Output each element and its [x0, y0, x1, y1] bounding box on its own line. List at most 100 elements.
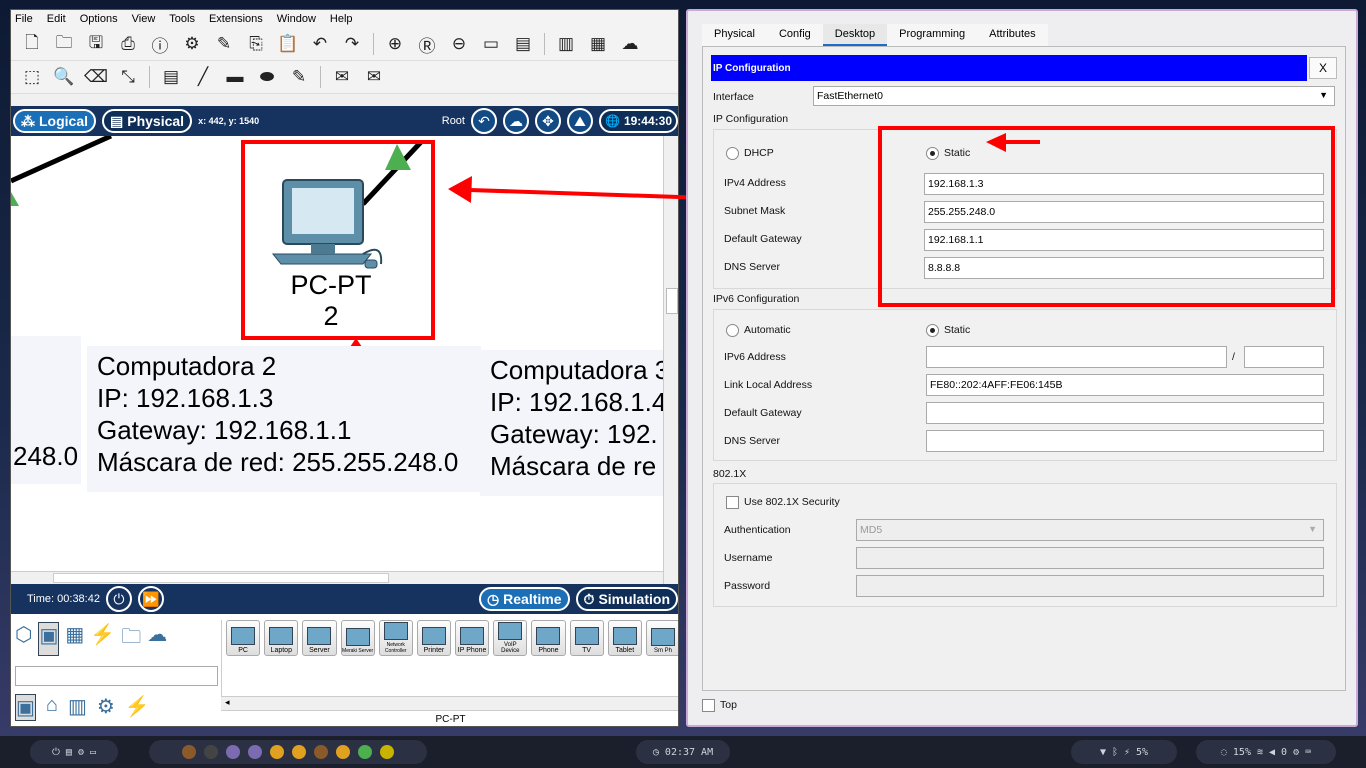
- ipv6-gateway-input[interactable]: [926, 402, 1324, 424]
- clock-widget[interactable]: ◷ 02:37 AM: [636, 740, 730, 764]
- chrome-icon[interactable]: [292, 745, 306, 759]
- custom-device-icon[interactable]: ▤: [510, 31, 536, 57]
- scroll-thumb[interactable]: [666, 288, 678, 314]
- simple-pdu-icon[interactable]: ✉: [329, 64, 355, 90]
- draw-line-icon[interactable]: ╱: [190, 64, 216, 90]
- zoom-reset-icon[interactable]: Ⓡ: [414, 31, 440, 57]
- smart-city-icon[interactable]: ▥: [68, 694, 87, 721]
- device-list-scrollbar[interactable]: ◂: [221, 696, 678, 710]
- chrome-icon[interactable]: [270, 745, 284, 759]
- device-network-controller[interactable]: Network Controller: [378, 620, 413, 656]
- default-gateway-input[interactable]: 192.168.1.1: [924, 229, 1324, 251]
- tab-programming[interactable]: Programming: [887, 24, 977, 46]
- print-icon[interactable]: ⎙: [115, 31, 141, 57]
- use-8021x-checkbox[interactable]: [726, 496, 739, 509]
- ipv6-prefix-input[interactable]: [1244, 346, 1324, 368]
- fast-forward-icon[interactable]: ⏩: [137, 586, 164, 612]
- paste-icon[interactable]: 📋: [275, 31, 301, 57]
- menu-view[interactable]: View: [132, 13, 156, 25]
- end-devices-icon[interactable]: ▣: [38, 622, 60, 656]
- draw-rectangle-icon[interactable]: ▬: [222, 64, 248, 90]
- complex-pdu-icon[interactable]: ✉: [361, 64, 387, 90]
- ipv4-address-input[interactable]: 192.168.1.3: [924, 173, 1324, 195]
- top-checkbox[interactable]: [702, 699, 715, 712]
- menu-help[interactable]: Help: [330, 13, 353, 25]
- interface-select[interactable]: FastEthernet0 ▼: [813, 86, 1335, 106]
- network-devices-icon[interactable]: ⬡: [15, 622, 32, 656]
- password-input[interactable]: [856, 575, 1324, 597]
- dns-server-input[interactable]: 8.8.8.8: [924, 257, 1324, 279]
- resize-icon[interactable]: ⤡: [115, 64, 141, 90]
- device-laptop[interactable]: Laptop: [264, 620, 299, 656]
- viewport-clock[interactable]: 🌐 19:44:30: [599, 109, 678, 133]
- quick-settings[interactable]: ◌ 15% ≋ ◀ 0 ⚙ ⌨: [1196, 740, 1336, 764]
- connections-icon[interactable]: ⚡: [90, 622, 115, 656]
- packet-tracer-icon[interactable]: [380, 745, 394, 759]
- tab-attributes[interactable]: Attributes: [977, 24, 1047, 46]
- industrial-icon[interactable]: ⚙: [97, 694, 115, 721]
- note-left[interactable]: 248.0: [11, 336, 81, 484]
- menu-file[interactable]: File: [15, 13, 33, 25]
- menu-edit[interactable]: Edit: [47, 13, 66, 25]
- delete-icon[interactable]: ⌫: [83, 64, 109, 90]
- static-ipv6-radio[interactable]: [926, 324, 939, 337]
- status-tray[interactable]: ▼ ᛒ ⚡ 5%: [1071, 740, 1177, 764]
- move-object-icon[interactable]: ✥: [535, 108, 561, 134]
- ipv6-address-input[interactable]: [926, 346, 1227, 368]
- static-radio[interactable]: [926, 147, 939, 160]
- menu-extensions[interactable]: Extensions: [209, 13, 263, 25]
- horizontal-scrollbar[interactable]: [11, 571, 663, 584]
- cloud-icon[interactable]: ☁: [617, 31, 643, 57]
- device-tablet[interactable]: Tablet: [607, 620, 642, 656]
- back-icon[interactable]: ↶: [471, 108, 497, 134]
- vertical-scrollbar[interactable]: [663, 136, 678, 584]
- device-dialog-icon[interactable]: ▦: [585, 31, 611, 57]
- logical-workspace[interactable]: PC-PT 2 248.0 Computadora 2 IP: 192.168.…: [11, 136, 663, 571]
- device-server[interactable]: Server: [302, 620, 337, 656]
- app-icon[interactable]: [204, 745, 218, 759]
- activity-wizard-icon[interactable]: ✎: [211, 31, 237, 57]
- tab-physical[interactable]: Physical: [702, 24, 767, 46]
- display-icon[interactable]: ▭: [90, 747, 96, 758]
- physical-view-button[interactable]: ▤ Physical: [102, 109, 193, 133]
- device-label[interactable]: PC-PT 2: [281, 270, 381, 332]
- settings-icon[interactable]: ⚙: [78, 747, 84, 758]
- copy-icon[interactable]: ⎘: [243, 31, 269, 57]
- files-icon[interactable]: ▤: [66, 747, 72, 758]
- device-pc[interactable]: PC: [226, 620, 261, 656]
- freeform-icon[interactable]: ✎: [286, 64, 312, 90]
- zoom-out-icon[interactable]: ⊖: [446, 31, 472, 57]
- simulation-mode-button[interactable]: ⏱ Simulation: [575, 587, 678, 611]
- redo-icon[interactable]: ↷: [339, 31, 365, 57]
- tab-desktop[interactable]: Desktop: [822, 24, 888, 46]
- dhcp-radio[interactable]: [726, 147, 739, 160]
- save-icon[interactable]: 🖫: [83, 31, 109, 57]
- multiuser-icon[interactable]: ☁: [147, 622, 167, 656]
- components-icon[interactable]: ▦: [65, 622, 84, 656]
- background-image-icon[interactable]: ⛰: [567, 108, 593, 134]
- info-icon[interactable]: ⓘ: [147, 31, 173, 57]
- home-icon[interactable]: ⌂: [46, 694, 58, 721]
- device-voip[interactable]: VoIP Device: [493, 620, 528, 656]
- note-computadora-3[interactable]: Computadora 3 IP: 192.168.1.4 Gateway: 1…: [480, 350, 663, 496]
- link-local-input[interactable]: FE80::202:4AFF:FE06:145B: [926, 374, 1324, 396]
- note-computadora-2[interactable]: Computadora 2 IP: 192.168.1.3 Gateway: 1…: [87, 346, 481, 492]
- power-grid-icon[interactable]: ⚡: [125, 694, 150, 721]
- app-icon[interactable]: [358, 745, 372, 759]
- draw-ellipse-icon[interactable]: ⬬: [254, 64, 280, 90]
- device-tv[interactable]: TV: [569, 620, 604, 656]
- realtime-mode-button[interactable]: ◷ Realtime: [478, 587, 570, 611]
- automatic-radio[interactable]: [726, 324, 739, 337]
- power-cycle-icon[interactable]: ⏻: [105, 586, 132, 612]
- menu-tools[interactable]: Tools: [169, 13, 195, 25]
- app-icon[interactable]: [182, 745, 196, 759]
- username-input[interactable]: [856, 547, 1324, 569]
- new-file-icon[interactable]: 🗋: [19, 31, 45, 57]
- zoom-in-icon[interactable]: ⊕: [382, 31, 408, 57]
- device-meraki-server[interactable]: Meraki Server: [340, 620, 375, 656]
- pc-category-icon[interactable]: ▣: [15, 694, 36, 721]
- app-icon[interactable]: [226, 745, 240, 759]
- inspect-icon[interactable]: 🔍: [51, 64, 77, 90]
- app-icon[interactable]: [248, 745, 262, 759]
- menu-options[interactable]: Options: [80, 13, 118, 25]
